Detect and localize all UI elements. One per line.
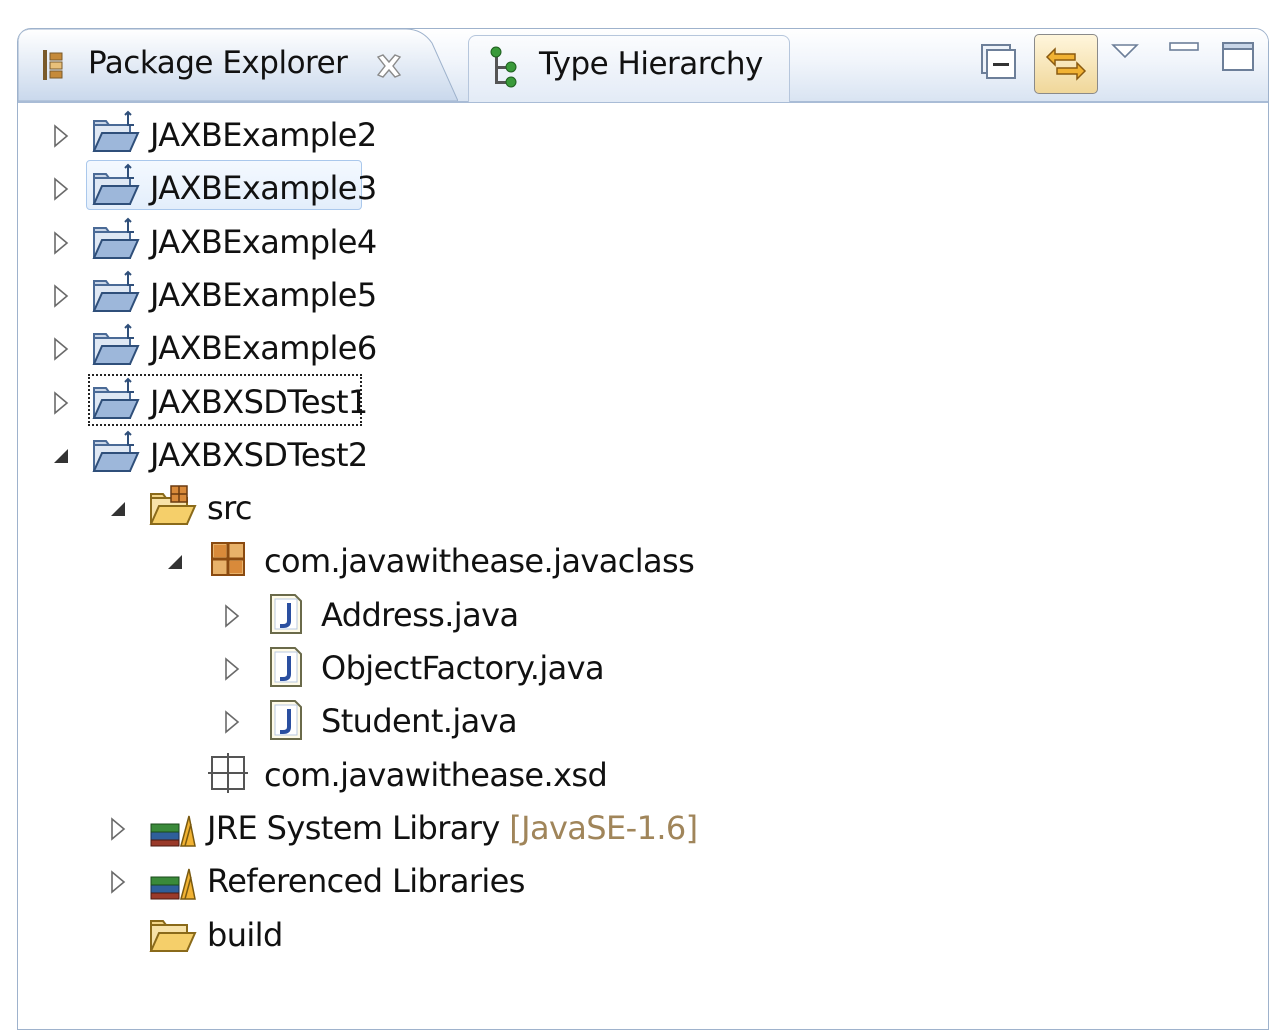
tree-row[interactable]: JAXBExample2: [18, 109, 1268, 162]
library-icon: [147, 855, 197, 905]
link-with-editor-icon[interactable]: [1034, 34, 1098, 94]
tab-package-explorer-label: Package Explorer: [88, 45, 348, 81]
tree-item-label: Student.java: [321, 702, 518, 741]
tree-item-label: ObjectFactory.java: [321, 649, 605, 687]
folder-icon: [147, 909, 197, 959]
tree-item-label: JAXBXSDTest2: [150, 435, 368, 474]
package-tree[interactable]: JAXBExample2 JAXBExample3 JAXBExample4 J…: [18, 103, 1268, 1029]
tree-row[interactable]: JAXBExample5: [18, 269, 1268, 322]
project-folder-icon: [90, 109, 140, 159]
tree-item-label: JAXBExample3: [150, 169, 377, 208]
collapsed-arrow-icon[interactable]: [52, 336, 72, 362]
collapsed-arrow-icon[interactable]: [52, 123, 72, 149]
tree-item-label: com.javawithease.javaclass: [264, 542, 695, 581]
tree-item-label: JAXBExample2: [150, 116, 377, 154]
tree-item-label: JAXBExample4: [150, 222, 377, 261]
minimize-icon[interactable]: [1164, 39, 1204, 83]
tree-item-label: JAXBExample6: [150, 329, 377, 368]
tree-item-label: JRE System Library [JavaSE-1.6]: [207, 808, 698, 847]
tree-item-label: JAXBXSDTest1: [150, 382, 368, 421]
tree-row[interactable]: JRE System Library [JavaSE-1.6]: [18, 802, 1268, 855]
tab-type-hierarchy[interactable]: Type Hierarchy: [468, 35, 790, 102]
project-folder-icon: [90, 429, 140, 479]
tab-package-explorer[interactable]: Package Explorer: [18, 29, 458, 101]
close-tab-icon[interactable]: [374, 51, 404, 81]
java-file-icon: [261, 642, 311, 692]
package-explorer-icon: [40, 47, 68, 83]
tree-row[interactable]: JAXBXSDTest2: [18, 429, 1268, 482]
tree-item-label: src: [207, 489, 253, 528]
java-file-icon: [261, 695, 311, 745]
view-tab-bar: Package Explorer Type Hierarchy: [18, 29, 1268, 103]
project-folder-icon: [90, 162, 140, 212]
source-folder-icon: [147, 482, 197, 532]
tree-item-decoration: [JavaSE-1.6]: [499, 808, 698, 847]
tree-row[interactable]: src: [18, 482, 1268, 535]
project-folder-icon: [90, 322, 140, 372]
project-folder-icon: [90, 376, 140, 426]
tree-item-label: JAXBExample5: [150, 275, 377, 314]
project-folder-icon: [90, 269, 140, 319]
tree-row[interactable]: Address.java: [18, 589, 1268, 642]
view-menu-icon[interactable]: [1108, 39, 1142, 83]
type-hierarchy-icon: [487, 46, 523, 90]
collapsed-arrow-icon[interactable]: [223, 656, 243, 682]
collapsed-arrow-icon[interactable]: [52, 283, 72, 309]
maximize-icon[interactable]: [1218, 39, 1258, 83]
project-folder-icon: [90, 216, 140, 266]
java-file-icon: [261, 589, 311, 639]
collapsed-arrow-icon[interactable]: [52, 390, 72, 416]
empty-package-icon: [204, 749, 254, 799]
tree-item-label: com.javawithease.xsd: [264, 755, 608, 794]
collapsed-arrow-icon[interactable]: [52, 176, 72, 202]
tree-row[interactable]: Referenced Libraries: [18, 855, 1268, 908]
tab-type-hierarchy-label: Type Hierarchy: [539, 46, 763, 82]
collapsed-arrow-icon[interactable]: [52, 230, 72, 256]
tree-row[interactable]: Student.java: [18, 695, 1268, 748]
tree-item-label: Address.java: [321, 595, 519, 634]
library-icon: [147, 802, 197, 852]
tree-row[interactable]: com.javawithease.javaclass: [18, 535, 1268, 588]
collapse-all-icon[interactable]: [976, 39, 1020, 83]
tree-row[interactable]: build: [18, 909, 1268, 962]
tree-row[interactable]: JAXBExample3: [18, 160, 1268, 215]
tree-row[interactable]: JAXBXSDTest1: [18, 373, 1268, 429]
expanded-arrow-icon[interactable]: [109, 496, 129, 522]
tree-item-label: build: [207, 915, 283, 954]
tree-row[interactable]: JAXBExample4: [18, 216, 1268, 269]
collapsed-arrow-icon[interactable]: [223, 603, 243, 629]
package-explorer-view: Package Explorer Type Hierarchy JAXBExam…: [17, 28, 1269, 1030]
tree-row[interactable]: JAXBExample6: [18, 322, 1268, 375]
tree-row[interactable]: ObjectFactory.java: [18, 642, 1268, 695]
package-icon: [204, 535, 254, 585]
collapsed-arrow-icon[interactable]: [223, 709, 243, 735]
tree-item-label: Referenced Libraries: [207, 862, 525, 901]
collapsed-arrow-icon[interactable]: [109, 869, 129, 895]
collapsed-arrow-icon[interactable]: [109, 816, 129, 842]
tree-row[interactable]: com.javawithease.xsd: [18, 749, 1268, 802]
expanded-arrow-icon[interactable]: [52, 443, 72, 469]
expanded-arrow-icon[interactable]: [166, 549, 186, 575]
